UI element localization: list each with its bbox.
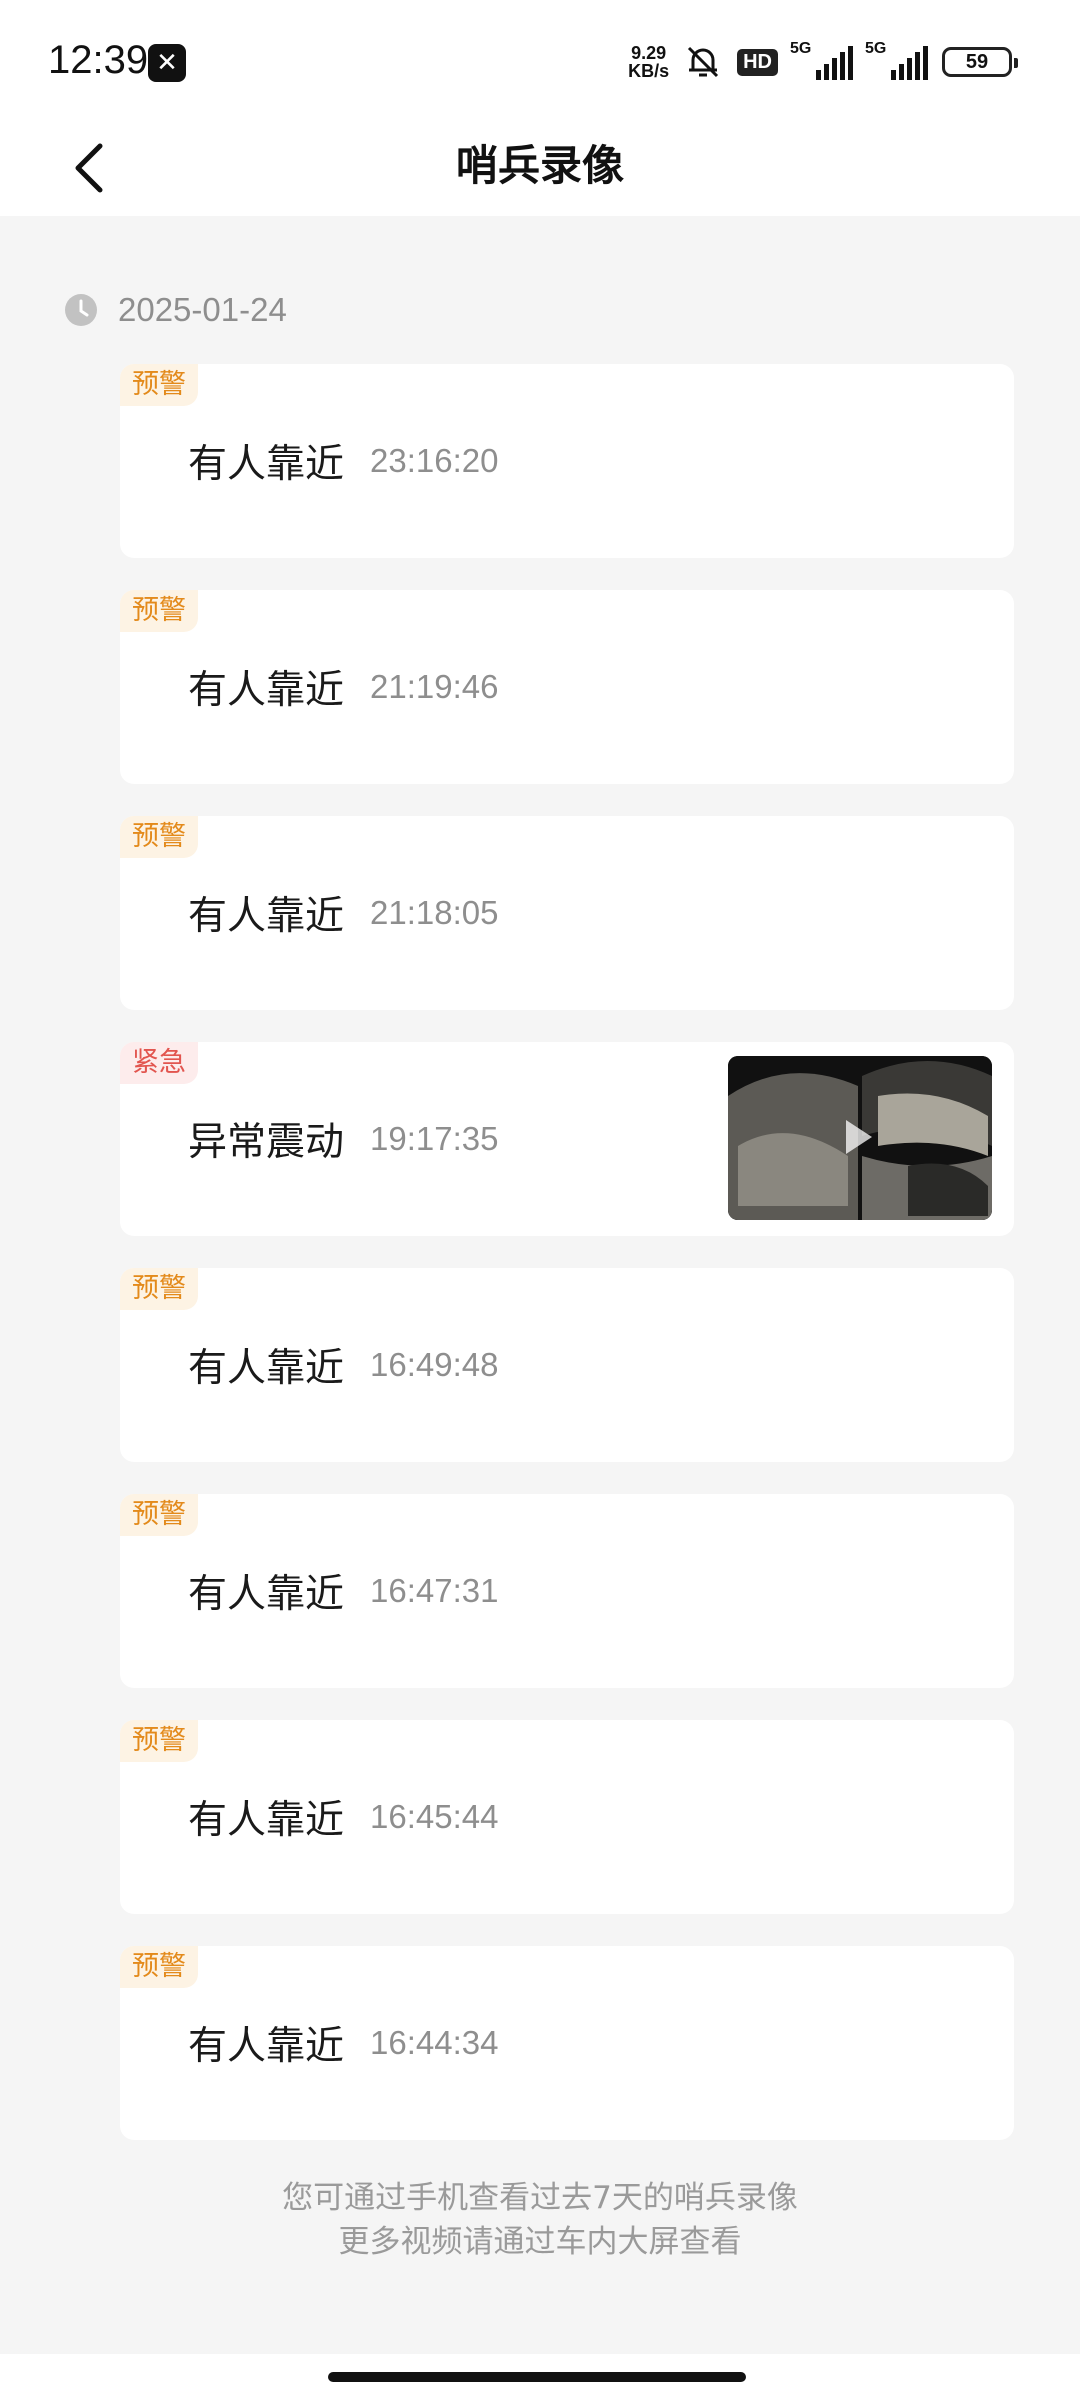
app-notification-icon: ✕	[148, 44, 186, 82]
play-icon	[846, 1120, 872, 1154]
footer-line-2: 更多视频请通过车内大屏查看	[338, 2224, 742, 2260]
event-card[interactable]: 预警有人靠近 16:47:31	[120, 1494, 1014, 1688]
event-time: 23:16:20	[370, 442, 499, 479]
warning-badge: 预警	[120, 816, 198, 858]
event-time: 16:49:48	[370, 1346, 499, 1383]
warning-badge: 预警	[120, 1268, 198, 1310]
event-card[interactable]: 预警有人靠近 16:45:44	[120, 1720, 1014, 1914]
event-time: 21:19:46	[370, 668, 499, 705]
warning-badge: 预警	[120, 590, 198, 632]
page-title: 哨兵录像	[455, 141, 624, 190]
warning-badge: 预警	[120, 1946, 198, 1988]
event-name: 有人靠近	[188, 894, 345, 939]
event-card[interactable]: 预警有人靠近 21:18:05	[120, 816, 1014, 1010]
event-name: 有人靠近	[188, 668, 345, 713]
date-label: 2025-01-24	[118, 291, 287, 328]
warning-badge: 预警	[120, 364, 198, 406]
event-card[interactable]: 预警有人靠近 21:19:46	[120, 590, 1014, 784]
event-name: 有人靠近	[188, 2024, 345, 2069]
event-time: 16:45:44	[370, 1798, 499, 1835]
event-card[interactable]: 预警有人靠近 23:16:20	[120, 364, 1014, 558]
event-info: 有人靠近 23:16:20	[188, 364, 498, 558]
event-info: 有人靠近 16:49:48	[188, 1268, 498, 1462]
date-group-header: 2025-01-24	[64, 286, 287, 334]
video-thumbnail[interactable]	[728, 1056, 992, 1220]
home-indicator[interactable]	[328, 2372, 746, 2382]
warning-badge: 预警	[120, 1720, 198, 1762]
event-info: 异常震动 19:17:35	[188, 1042, 498, 1236]
sim1-network-label: 5G	[790, 40, 812, 57]
event-name: 有人靠近	[188, 442, 345, 487]
event-card[interactable]: 预警有人靠近 16:49:48	[120, 1268, 1014, 1462]
event-time: 19:17:35	[370, 1120, 499, 1157]
navigation-bar	[0, 2354, 1080, 2400]
event-info: 有人靠近 21:18:05	[188, 816, 498, 1010]
warning-badge: 预警	[120, 1494, 198, 1536]
event-info: 有人靠近 16:45:44	[188, 1720, 498, 1914]
battery-icon: 59	[942, 47, 1018, 77]
status-icons: 9.29 KB/s HD 5G 5G 59	[628, 40, 1018, 84]
event-list: 预警 有人靠近 23:16:20 预警 有人靠近 21:19:46 预警 有人靠近 21:18:…	[120, 364, 1014, 2172]
signal-sim1-icon: 5G	[790, 40, 853, 80]
event-name: 有人靠近	[188, 1346, 345, 1391]
event-info: 有人靠近 16:44:34	[188, 1946, 498, 2140]
signal-sim2-icon: 5G	[865, 40, 928, 80]
event-info: 有人靠近 21:19:46	[188, 590, 498, 784]
footer-line-1: 您可通过手机查看过去7天的哨兵录像	[282, 2180, 798, 2216]
footer-note: 您可通过手机查看过去7天的哨兵录像 更多视频请通过车内大屏查看	[0, 2176, 1080, 2264]
sim2-network-label: 5G	[865, 40, 887, 57]
event-time: 16:44:34	[370, 2024, 499, 2061]
event-name: 异常震动	[188, 1120, 345, 1165]
status-bar: 12:39 ✕ 9.29 KB/s HD 5G 5G 59	[0, 0, 1080, 120]
nav-header: 哨兵录像	[0, 120, 1080, 216]
event-card[interactable]: 预警有人靠近 16:44:34	[120, 1946, 1014, 2140]
network-speed: 9.29 KB/s	[628, 44, 669, 80]
event-time: 16:47:31	[370, 1572, 499, 1609]
network-speed-unit: KB/s	[628, 61, 670, 81]
network-speed-value: 9.29	[631, 43, 667, 63]
event-name: 有人靠近	[188, 1798, 345, 1843]
status-time: 12:39	[48, 38, 149, 82]
hd-voice-icon: HD	[737, 48, 778, 76]
event-time: 21:18:05	[370, 894, 499, 931]
clock-icon	[65, 294, 97, 326]
urgent-badge: 紧急	[120, 1042, 198, 1084]
event-name: 有人靠近	[188, 1572, 345, 1617]
bell-muted-icon	[688, 46, 719, 78]
event-card[interactable]: 紧急异常震动 19:17:35	[120, 1042, 1014, 1236]
event-info: 有人靠近 16:47:31	[188, 1494, 498, 1688]
